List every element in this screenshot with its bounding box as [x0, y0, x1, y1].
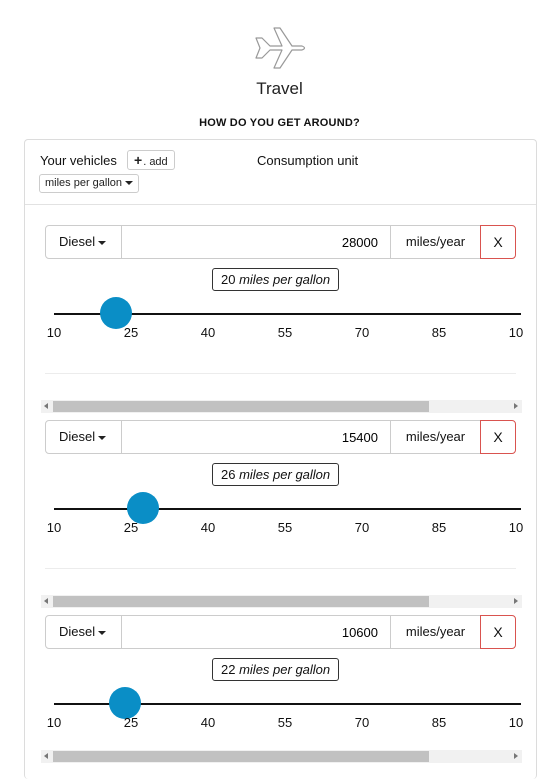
- horizontal-scrollbar[interactable]: [41, 400, 522, 413]
- fuel-type-dropdown[interactable]: Diesel: [45, 225, 122, 259]
- fuel-type-value: Diesel: [59, 429, 96, 444]
- slider-tick-label: 85: [431, 520, 447, 535]
- page-title: Travel: [256, 79, 303, 98]
- consumption-badge: 20 miles per gallon: [212, 268, 340, 291]
- scrollbar-thumb[interactable]: [53, 401, 429, 412]
- slider-tick-label: 10: [508, 520, 524, 535]
- consumption-slider[interactable]: 10 25 40 55 70 85 10: [47, 687, 524, 737]
- slider-tick-label: 70: [354, 715, 370, 730]
- scrollbar-thumb[interactable]: [53, 596, 429, 607]
- distance-unit-label: miles/year: [390, 225, 481, 259]
- divider: [45, 373, 516, 374]
- distance-unit-label: miles/year: [390, 420, 481, 454]
- consumption-unit-dropdown[interactable]: miles per gallon: [39, 174, 140, 193]
- slider-tick-label: 10: [46, 520, 62, 535]
- slider-tick-label: 70: [354, 325, 370, 340]
- vehicle-row: Diesel miles/year X: [45, 420, 516, 454]
- caret-down-icon: [98, 435, 107, 440]
- remove-vehicle-button[interactable]: X: [480, 420, 516, 454]
- scroll-left-icon[interactable]: [44, 753, 48, 759]
- slider-tick-label: 40: [200, 715, 216, 730]
- slider-tick-label: 10: [508, 715, 524, 730]
- scroll-right-icon[interactable]: [514, 753, 518, 759]
- caret-down-icon: [98, 240, 107, 245]
- slider-tick-label: 40: [200, 520, 216, 535]
- slider-tick-label: 10: [46, 715, 62, 730]
- divider: [45, 568, 516, 569]
- slider-tick-label: 70: [354, 520, 370, 535]
- slider-tick-label: 10: [46, 325, 62, 340]
- slider-tick-label: 55: [277, 715, 293, 730]
- fuel-type-value: Diesel: [59, 624, 96, 639]
- remove-vehicle-button[interactable]: X: [480, 225, 516, 259]
- slider-tick-label: 85: [431, 325, 447, 340]
- scroll-left-icon[interactable]: [44, 598, 48, 604]
- slider-tick-label: 55: [277, 520, 293, 535]
- remove-vehicle-button[interactable]: X: [480, 615, 516, 649]
- slider-tick-label: 25: [123, 715, 139, 730]
- distance-input[interactable]: [121, 225, 391, 259]
- vehicles-panel: Your vehicles +. add miles per gallon Co…: [24, 139, 537, 779]
- fuel-type-value: Diesel: [59, 234, 96, 249]
- caret-down-icon: [98, 630, 107, 635]
- scroll-left-icon[interactable]: [44, 403, 48, 409]
- scroll-right-icon[interactable]: [514, 403, 518, 409]
- slider-track[interactable]: [54, 508, 521, 510]
- unit-selected: miles per gallon: [45, 177, 123, 189]
- horizontal-scrollbar[interactable]: [41, 750, 522, 763]
- vehicle-row: Diesel miles/year X: [45, 225, 516, 259]
- horizontal-scrollbar[interactable]: [41, 595, 522, 608]
- slider-tick-label: 55: [277, 325, 293, 340]
- scroll-right-icon[interactable]: [514, 598, 518, 604]
- fuel-type-dropdown[interactable]: Diesel: [45, 615, 122, 649]
- consumption-badge: 22 miles per gallon: [212, 658, 340, 681]
- distance-unit-label: miles/year: [390, 615, 481, 649]
- consumption-badge: 26 miles per gallon: [212, 463, 340, 486]
- slider-tick-label: 10: [508, 325, 524, 340]
- panel-header: Your vehicles +. add miles per gallon Co…: [25, 140, 536, 205]
- plus-icon: +: [134, 152, 143, 168]
- vehicles-label: Your vehicles: [40, 153, 117, 168]
- fuel-type-dropdown[interactable]: Diesel: [45, 420, 122, 454]
- slider-tick-label: 40: [200, 325, 216, 340]
- slider-tick-label: 25: [123, 520, 139, 535]
- consumption-slider[interactable]: 10 25 40 55 70 85 10: [47, 297, 524, 347]
- consumption-unit-header: Consumption unit: [257, 153, 359, 168]
- caret-down-icon: [125, 181, 134, 186]
- section-heading: HOW DO YOU GET AROUND?: [199, 117, 360, 129]
- add-label: add: [149, 156, 168, 168]
- add-vehicle-button[interactable]: +. add: [127, 150, 175, 170]
- airplane-icon: [255, 27, 306, 69]
- slider-tick-label: 85: [431, 715, 447, 730]
- scrollbar-thumb[interactable]: [53, 751, 429, 762]
- distance-input[interactable]: [121, 615, 391, 649]
- slider-tick-label: 25: [123, 325, 139, 340]
- distance-input[interactable]: [121, 420, 391, 454]
- consumption-slider[interactable]: 10 25 40 55 70 85 10: [47, 492, 524, 542]
- vehicle-row: Diesel miles/year X: [45, 615, 516, 649]
